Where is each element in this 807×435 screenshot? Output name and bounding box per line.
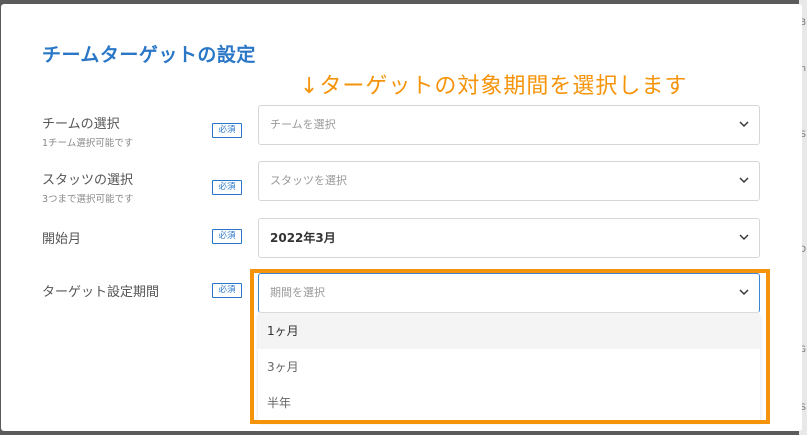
- start-month-label-text: 開始月: [42, 232, 82, 247]
- stats-field-label: スタッツの選択 3つまで選択可能です: [42, 169, 134, 205]
- required-badge: 必須: [212, 229, 242, 244]
- instruction-annotation: ↓ターゲットの対象期間を選択します: [300, 74, 688, 99]
- target-period-field-label: ターゲット設定期間: [42, 281, 159, 300]
- start-month-value: 2022年3月: [270, 231, 336, 245]
- option-1-month[interactable]: 1ヶ月: [258, 313, 760, 349]
- chevron-down-icon: [739, 177, 749, 183]
- target-period-label-text: ターゲット設定期間: [42, 285, 160, 300]
- team-select[interactable]: チームを選択: [258, 105, 760, 145]
- team-select-placeholder: チームを選択: [270, 118, 336, 131]
- target-period-placeholder: 期間を選択: [270, 286, 325, 299]
- stats-hint: 3つまで選択可能です: [42, 194, 134, 205]
- required-badge: 必須: [212, 283, 242, 298]
- chevron-down-icon: [739, 234, 749, 240]
- option-3-months[interactable]: 3ヶ月: [258, 349, 760, 385]
- start-month-field-label: 開始月: [42, 228, 81, 247]
- required-badge: 必須: [212, 123, 242, 138]
- stats-select[interactable]: スタッツを選択: [258, 161, 760, 201]
- team-label-text: チームの選択: [42, 117, 120, 132]
- required-badge: 必須: [212, 180, 242, 195]
- option-half-year[interactable]: 半年: [258, 385, 760, 421]
- dialog-title: チームターゲットの設定: [42, 44, 256, 66]
- start-month-select[interactable]: 2022年3月: [258, 218, 760, 258]
- target-period-options: 1ヶ月 3ヶ月 半年: [258, 313, 760, 421]
- team-target-dialog: チームターゲットの設定 ↓ターゲットの対象期間を選択します チームの選択 1チー…: [1, 4, 802, 431]
- chevron-down-icon: [739, 289, 749, 295]
- target-period-select[interactable]: 期間を選択: [258, 273, 760, 313]
- stats-label-text: スタッツの選択: [42, 173, 134, 188]
- team-hint: 1チーム選択可能です: [42, 138, 134, 149]
- chevron-down-icon: [739, 121, 749, 127]
- stats-select-placeholder: スタッツを選択: [270, 174, 347, 187]
- team-field-label: チームの選択 1チーム選択可能です: [42, 113, 133, 149]
